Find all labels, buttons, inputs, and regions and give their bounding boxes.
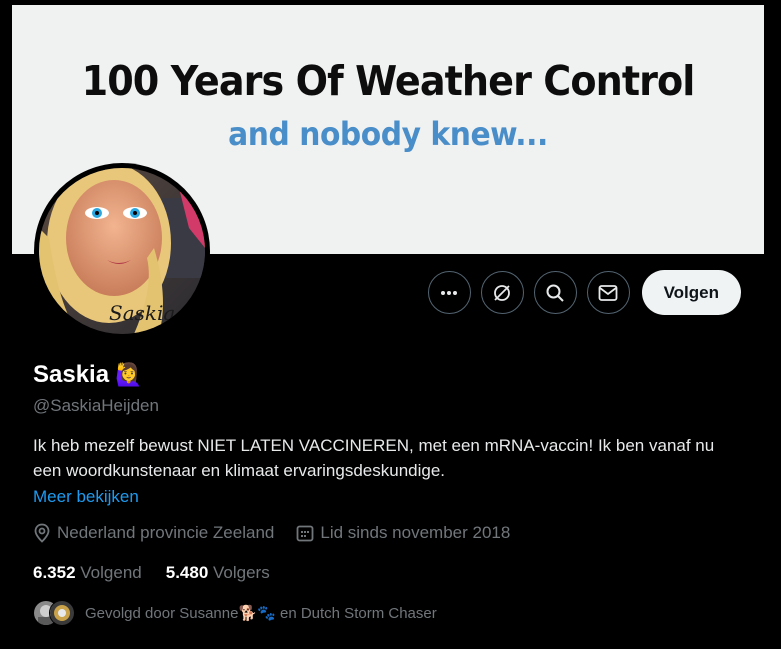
avatar-frame[interactable]: Saskia [34, 163, 210, 339]
followed-by[interactable]: Gevolgd door Susanne 🐕🐾 en Dutch Storm C… [33, 600, 437, 626]
search-button[interactable] [533, 271, 577, 314]
avatar-signature: Saskia [109, 301, 175, 325]
followed-by-emojis: 🐕🐾 [238, 605, 276, 622]
profile-meta: Nederland provincie Zeeland Lid sinds no… [33, 523, 532, 543]
banner-subtitle: and nobody knew... [228, 115, 548, 153]
grok-button[interactable] [480, 271, 524, 314]
more-icon [441, 290, 458, 295]
followed-by-avatars [33, 600, 75, 626]
grok-icon [494, 284, 510, 301]
followed-by-prefix: Gevolgd door Susanne [85, 604, 239, 622]
avatar-photo: Saskia [39, 168, 205, 334]
name-emoji: 🙋‍♀️ [115, 362, 143, 387]
show-more-link[interactable]: Meer bekijken [33, 487, 139, 507]
location-item: Nederland provincie Zeeland [33, 523, 274, 543]
follower-avatar [49, 600, 75, 626]
follow-button[interactable]: Volgen [641, 270, 741, 315]
profile-bio: Ik heb mezelf bewust NIET LATEN VACCINER… [33, 436, 715, 480]
profile-page: 100 Years Of Weather Control and nobody … [12, 0, 764, 649]
follow-counts: 6.352 Volgend 5.480 Volgers [33, 563, 270, 583]
more-options-button[interactable] [427, 271, 471, 314]
profile-name: Saskia [33, 361, 110, 388]
message-button[interactable] [586, 271, 630, 314]
location-pin-icon [34, 523, 50, 543]
joined-text: Lid sinds november 2018 [320, 523, 511, 542]
followers-link[interactable]: 5.480 Volgers [166, 563, 270, 583]
following-label: Volgend [80, 563, 142, 582]
profile-handle: @SaskiaHeijden [33, 396, 159, 415]
profile-name-row: Saskia 🙋‍♀️ [33, 361, 142, 389]
envelope-icon [598, 284, 618, 301]
following-link[interactable]: 6.352 Volgend [33, 563, 142, 583]
profile-actions: Volgen [427, 270, 741, 315]
avatar[interactable]: Saskia [39, 168, 205, 334]
followed-by-suffix: en Dutch Storm Chaser [275, 604, 437, 622]
followers-label: Volgers [213, 563, 270, 582]
followers-count: 5.480 [165, 563, 209, 582]
following-count: 6.352 [33, 563, 76, 582]
banner-title: 100 Years Of Weather Control [81, 57, 696, 105]
search-icon [546, 284, 564, 302]
joined-item: Lid sinds november 2018 [296, 523, 510, 543]
calendar-icon [296, 525, 314, 542]
location-text: Nederland provincie Zeeland [57, 523, 275, 542]
